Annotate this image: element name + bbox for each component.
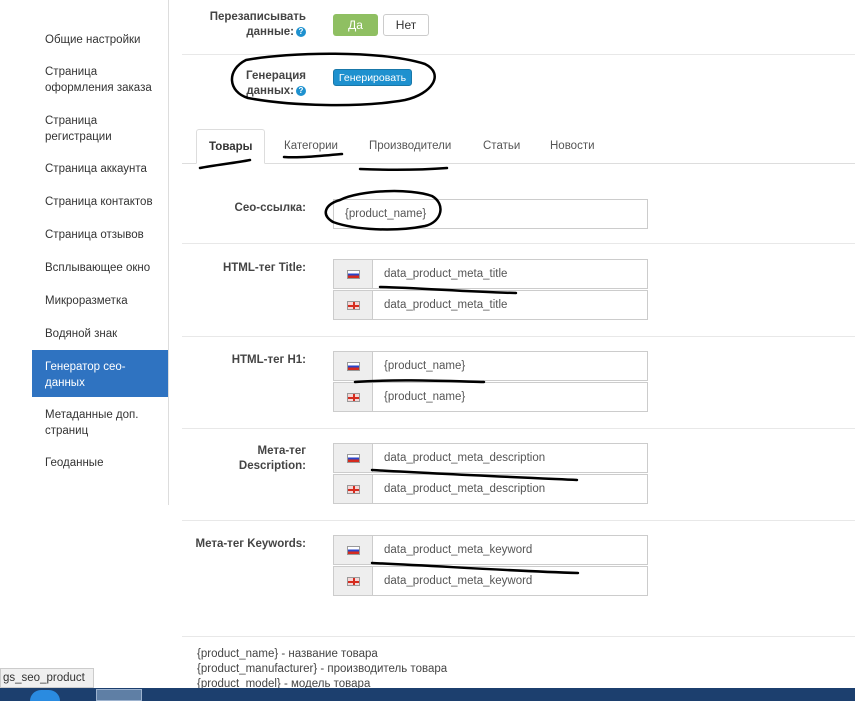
keywords-ru-input[interactable]: data_product_meta_keyword [372,535,648,565]
description-ru-input[interactable]: data_product_meta_description [372,443,648,473]
title-en-input[interactable]: data_product_meta_title [372,290,648,320]
help-icon: ? [296,85,306,96]
en-flag-icon [347,393,360,402]
ru-flag-addon [333,535,373,565]
en-flag-addon [333,566,373,596]
sidebar-item-general[interactable]: Общие настройки [32,32,168,48]
sidebar-item-checkout-page[interactable]: Страница оформления заказа [32,64,168,96]
ru-flag-addon [333,443,373,473]
overwrite-no-button[interactable]: Нет [383,14,429,36]
divider [182,243,855,244]
tab-products[interactable]: Товары [196,129,266,164]
tab-articles[interactable]: Статьи [471,129,532,164]
sidebar-item-extra-pages-meta[interactable]: Метаданные доп. страниц [32,407,168,439]
sidebar-item-microdata[interactable]: Микроразметка [32,293,168,309]
help-line: {product_name} - название товара [197,648,378,660]
seo-url-label: Сео-ссылка: [234,202,306,214]
h1-en-input[interactable]: {product_name} [372,382,648,412]
sidebar-item-geodata[interactable]: Геоданные [32,455,168,471]
ru-flag-addon [333,351,373,381]
description-label: Мета-тег Description: [238,445,306,472]
title-label: HTML-тег Title: [222,262,306,274]
divider [182,54,855,55]
sidebar-item-watermark[interactable]: Водяной знак [32,326,168,342]
ru-flag-icon [347,546,360,555]
sidebar-item-account-page[interactable]: Страница аккаунта [32,161,168,177]
overwrite-label-text: Перезаписывать данные: [209,11,306,38]
link-status-bubble: gs_seo_product [0,668,94,688]
keywords-label: Мета-тег Keywords: [195,538,307,550]
sidebar-item-reviews-page[interactable]: Страница отзывов [32,227,168,243]
description-en-input[interactable]: data_product_meta_description [372,474,648,504]
seo-url-input[interactable]: {product_name} [333,199,648,229]
h1-ru-input[interactable]: {product_name} [372,351,648,381]
divider [182,520,855,521]
h1-label: HTML-тег H1: [231,354,306,366]
tab-manufacturers[interactable]: Производители [357,129,463,164]
start-button-icon[interactable] [30,690,60,701]
help-line: {product_manufacturer} - производитель т… [197,663,448,675]
en-flag-icon [347,301,360,310]
generate-label: Генерация данных:? [226,69,306,99]
divider [182,428,855,429]
settings-sidebar: Общие настройки Страница оформления зака… [32,0,169,505]
tab-categories[interactable]: Категории [272,129,350,164]
ru-flag-addon [333,259,373,289]
en-flag-addon [333,382,373,412]
sidebar-item-popup[interactable]: Всплывающее окно [32,260,168,276]
ru-flag-icon [347,270,360,279]
en-flag-addon [333,474,373,504]
en-flag-icon [347,577,360,586]
help-icon: ? [296,26,306,37]
divider [182,636,855,637]
taskbar-app-icon[interactable] [96,689,142,701]
annotation-underline [358,166,449,171]
sidebar-item-contacts-page[interactable]: Страница контактов [32,194,168,210]
generate-button[interactable]: Генерировать [333,69,412,86]
sidebar-item-seo-generator[interactable]: Генератор сео-данных [32,350,168,397]
divider [182,336,855,337]
ru-flag-icon [347,454,360,463]
title-ru-input[interactable]: data_product_meta_title [372,259,648,289]
keywords-en-input[interactable]: data_product_meta_keyword [372,566,648,596]
tab-news[interactable]: Новости [538,129,607,164]
ru-flag-icon [347,362,360,371]
overwrite-yes-button[interactable]: Да [333,14,378,36]
overwrite-label: Перезаписывать данные:? [186,10,306,40]
sidebar-item-registration-page[interactable]: Страница регистрации [32,113,168,145]
en-flag-icon [347,485,360,494]
en-flag-addon [333,290,373,320]
